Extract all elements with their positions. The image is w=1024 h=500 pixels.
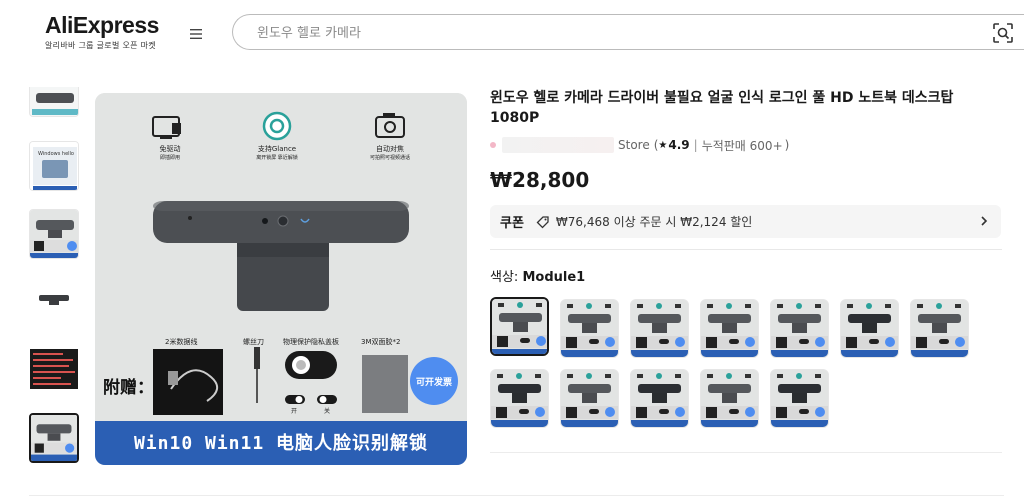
store-name-link[interactable]: Store — [618, 138, 650, 152]
svg-text:Windows hello: Windows hello — [38, 151, 74, 157]
feature-3-title: 自动对焦 — [376, 145, 404, 153]
feature-1-title: 免驱动 — [159, 145, 181, 153]
product-title: 윈도우 헬로 카메라 드라이버 불필요 얼굴 인식 로그인 풀 HD 노트북 데… — [490, 90, 954, 126]
selected-color-value: Module1 — [522, 270, 586, 285]
color-option-11[interactable] — [700, 369, 759, 428]
color-option-5[interactable] — [770, 299, 829, 358]
color-selector-label: 색상: Module1 — [490, 266, 585, 285]
accessory-cover-label: 物理保护隐私盖板 — [283, 338, 339, 346]
store-row: Store ( ★ 4.9 | 누적판매 600+ ) — [490, 136, 789, 154]
color-option-10[interactable] — [630, 369, 689, 428]
color-option-2[interactable] — [560, 299, 619, 358]
thumbnail-2[interactable]: Windows hello — [29, 141, 79, 191]
divider — [490, 249, 1002, 250]
coupon-label: 쿠폰 — [500, 216, 524, 231]
thumbnail-4[interactable] — [29, 275, 79, 325]
color-label-text: 색상: — [490, 270, 519, 285]
search-input[interactable] — [257, 23, 957, 43]
product-info: 윈도우 헬로 카메라 드라이버 불필요 얼굴 인식 로그인 풀 HD 노트북 데… — [490, 88, 1002, 453]
coupon-row[interactable]: 쿠폰 ₩76,468 이상 주문 시 ₩2,124 할인 — [490, 205, 1001, 238]
hamburger-icon — [190, 29, 202, 39]
thumbnail-3[interactable] — [29, 209, 79, 259]
color-option-6[interactable] — [840, 299, 899, 358]
star-icon: ★ — [658, 139, 668, 151]
logo-text: AliExpress — [45, 12, 159, 38]
switch-close-label: 关 — [324, 408, 331, 415]
image-banner-text: Win10 Win11 电脑人脸识别解锁 — [133, 433, 429, 454]
switch-open-label: 开 — [291, 408, 298, 415]
accessory-screwdriver-label: 螺丝刀 — [243, 338, 264, 346]
color-option-8[interactable] — [490, 369, 549, 428]
store-icon — [490, 142, 496, 148]
invoice-badge: 可开发票 — [415, 378, 452, 388]
color-option-4[interactable] — [700, 299, 759, 358]
store-name-redacted — [502, 137, 614, 153]
feature-1-sub: 即插即用 — [159, 155, 180, 161]
site-header: AliExpress 알리바바 그룹 글로벌 오픈 마켓 — [0, 0, 1024, 62]
chevron-right-icon — [981, 216, 988, 226]
feature-3-sub: 可拍照可视频通话 — [369, 155, 410, 161]
tag-icon — [536, 215, 549, 228]
color-option-1[interactable] — [490, 297, 549, 356]
divider — [490, 452, 1002, 453]
product-price: ₩28,800 — [490, 168, 590, 192]
main-product-image[interactable]: 免驱动 即插即用 支持Glance 离开锁屏 靠近解锁 自动对焦 可拍照可视频通… — [95, 93, 467, 465]
color-option-12[interactable] — [770, 369, 829, 428]
accessory-tape-label: 3M双面胶*2 — [361, 338, 401, 346]
section-divider — [29, 495, 1004, 496]
logo-subtitle: 알리바바 그룹 글로벌 오픈 마켓 — [45, 41, 156, 50]
color-option-9[interactable] — [560, 369, 619, 428]
color-option-3[interactable] — [630, 299, 689, 358]
aliexpress-logo[interactable]: AliExpress 알리바바 그룹 글로벌 오픈 마켓 — [45, 12, 159, 51]
thumbnail-6-selected[interactable] — [29, 413, 79, 463]
thumbnail-1[interactable] — [29, 87, 79, 117]
thumbnail-5[interactable] — [29, 343, 79, 393]
accessory-cable-label: 2米数据线 — [165, 338, 198, 346]
gift-label: 附赠： — [103, 378, 154, 398]
sold-count: 누적판매 600+ — [701, 138, 783, 153]
feature-2-sub: 离开锁屏 靠近解锁 — [256, 155, 298, 161]
glance-icon — [262, 111, 292, 141]
feature-2-title: 支持Glance — [257, 145, 297, 153]
search-bar — [232, 14, 1024, 50]
store-rating: 4.9 — [668, 138, 690, 152]
color-option-7[interactable] — [910, 299, 969, 358]
category-menu-button[interactable] — [184, 22, 208, 46]
coupon-text: ₩76,468 이상 주문 시 ₩2,124 할인 — [555, 215, 753, 229]
image-search-icon[interactable] — [992, 22, 1014, 44]
